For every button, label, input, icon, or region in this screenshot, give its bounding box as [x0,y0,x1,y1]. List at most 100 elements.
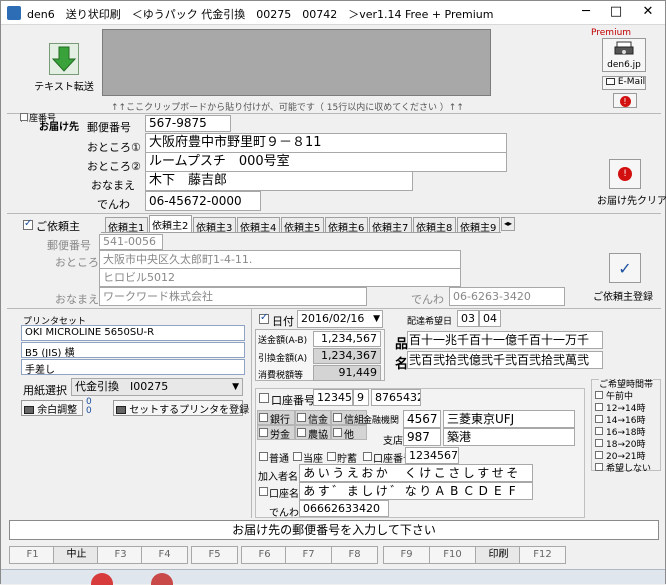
sender-addr1-input[interactable]: 大阪市中央区久太郎町1-4-11. [99,250,461,269]
cancel-button[interactable]: 中止 [53,546,100,564]
time-pref-item[interactable]: 16→18時 [595,425,659,438]
holder-name-input[interactable]: あす゛ましけ゛なり A B C D E F [299,482,533,500]
bank-type-shinkin[interactable]: 信金 [295,410,331,426]
time-pref-item[interactable]: 14→16時 [595,413,659,426]
bank-type-ginko[interactable]: 銀行 [257,410,295,426]
deposit-account-checkbox[interactable] [363,452,372,461]
f5-button[interactable]: F5 [191,546,238,564]
bank-account-input-1[interactable]: 12345 [313,389,353,406]
recipient-addr1-input[interactable]: 大阪府豊中市野里町９－８11 [145,133,507,153]
deposit-chochiku-checkbox[interactable] [327,452,336,461]
institution-name-input[interactable]: 三菱東京UFJ [443,410,575,428]
bank-type-rokin[interactable]: 労金 [257,425,295,441]
tab-sender-4[interactable]: 依頼主4 [237,217,280,232]
bank-type-checkbox[interactable] [333,428,342,437]
deposit-futsu-label: 普通 [269,454,289,465]
bank-phone-input[interactable]: 06662633420 [299,500,389,517]
collect-amount-input[interactable]: 1,234,367 [313,348,381,364]
tax-input[interactable]: 91,449 [313,365,381,381]
delivery-month-input[interactable]: 03 [457,310,479,327]
time-pref-checkbox[interactable] [595,403,603,411]
taskbar-app-icon[interactable] [151,573,173,585]
tab-sender-7[interactable]: 依頼主7 [369,217,412,232]
f9-button[interactable]: F9 [383,546,430,564]
bank-type-checkbox[interactable] [259,413,268,422]
time-pref-item[interactable]: 希望しない [595,461,659,474]
bank-account-input-3[interactable]: 8765432x [371,389,421,406]
tab-sender-2[interactable]: 依頼主2 [149,215,192,232]
time-pref-item[interactable]: 20→21時 [595,449,659,462]
f8-button[interactable]: F8 [331,546,378,564]
sender-register-button[interactable]: ✓ [609,253,641,283]
recipient-phone-input[interactable]: 06-45672-0000 [145,191,261,211]
sender-addr2-input[interactable]: ヒロビル5012 [99,268,461,287]
margin-adjust-button[interactable]: 余白調整 [21,400,83,416]
bank-account-checkbox[interactable] [259,393,269,403]
bank-type-shinkumi[interactable]: 信組 [331,410,367,426]
tab-sender-3[interactable]: 依頼主3 [193,217,236,232]
recipient-account-checkbox[interactable] [20,113,28,121]
recipient-addr2-input[interactable]: ルームプスチ 000号室 [145,152,507,172]
sender-name-input[interactable]: ワークワード株式会社 [99,287,367,306]
f4-button[interactable]: F4 [141,546,188,564]
sender-postal-input[interactable]: 541-0056 [99,234,163,250]
bank-account-input-2[interactable]: 9 [353,389,369,406]
print-button[interactable]: 印刷 [475,546,522,564]
paper-select-dropdown[interactable]: 代金引換 Ⅰ00275 ▼ [71,378,243,396]
time-pref-item[interactable]: 12→14時 [595,401,659,414]
branch-name-input[interactable]: 築港 [443,428,575,446]
tab-sender-1[interactable]: 依頼主1 [105,217,148,232]
clipboard-paste-area[interactable] [102,29,491,96]
f7-button[interactable]: F7 [285,546,332,564]
tab-scroll-button[interactable]: ◂▸ [501,217,515,231]
email-button[interactable]: E-Mail [602,76,646,90]
f1-button[interactable]: F1 [9,546,56,564]
recipient-name-input[interactable]: 木下 藤吉郎 [145,171,413,191]
date-checkbox[interactable] [259,312,269,324]
branch-code-input[interactable]: 987 [403,428,441,446]
bank-type-nokyo[interactable]: 農協 [295,425,331,441]
time-pref-checkbox[interactable] [595,427,603,435]
institution-code-input[interactable]: 4567 [403,410,441,428]
text-transfer-button[interactable]: テキスト転送 [33,43,95,93]
maximize-button[interactable]: □ [601,1,631,25]
f3-button[interactable]: F3 [97,546,144,564]
f6-button[interactable]: F6 [241,546,288,564]
deposit-toza-checkbox[interactable] [293,452,302,461]
tab-sender-9[interactable]: 依頼主9 [457,217,500,232]
sender-phone-input[interactable]: 06-6263-3420 [449,287,565,306]
f10-button[interactable]: F10 [429,546,476,564]
recipient-postal-input[interactable]: 567-9875 [145,115,231,132]
delivery-day-input[interactable]: 04 [479,310,501,327]
recipient-clear-button[interactable]: ! [609,159,641,189]
den6-site-button[interactable]: den6.jp [602,38,646,72]
time-pref-item[interactable]: 18→20時 [595,437,659,450]
register-printer-button[interactable]: セットするプリンタを登録 [113,400,249,416]
bank-type-checkbox[interactable] [333,413,342,422]
bank-type-checkbox[interactable] [259,428,268,437]
f12-button[interactable]: F12 [519,546,566,564]
minimize-button[interactable]: ─ [571,1,601,25]
time-pref-checkbox[interactable] [595,415,603,423]
deposit-futsu-checkbox[interactable] [259,452,268,461]
stop-button[interactable]: ! [613,93,637,108]
taskbar-app-icon[interactable] [91,573,113,585]
tab-sender-6[interactable]: 依頼主6 [325,217,368,232]
sender-checkbox[interactable] [23,218,33,230]
bank-type-other[interactable]: 他 [331,425,367,441]
holder-name-checkbox[interactable] [259,487,268,496]
date-input[interactable]: 2016/02/16 ▼ [297,310,383,328]
close-button[interactable]: ✕ [633,1,663,25]
time-pref-item[interactable]: 午前中 [595,389,659,402]
bank-type-checkbox[interactable] [297,428,306,437]
bank-type-checkbox[interactable] [297,413,306,422]
deposit-account-input[interactable]: 1234567 [405,447,459,464]
send-amount-input[interactable]: 1,234,567 [313,331,381,347]
time-pref-checkbox[interactable] [595,451,603,459]
tab-sender-8[interactable]: 依頼主8 [413,217,456,232]
time-pref-checkbox[interactable] [595,439,603,447]
member-name-input[interactable]: あいうえおか くけこさしすせそ [299,464,533,482]
time-pref-checkbox[interactable] [595,391,603,399]
tab-sender-5[interactable]: 依頼主5 [281,217,324,232]
time-pref-checkbox[interactable] [595,463,603,471]
